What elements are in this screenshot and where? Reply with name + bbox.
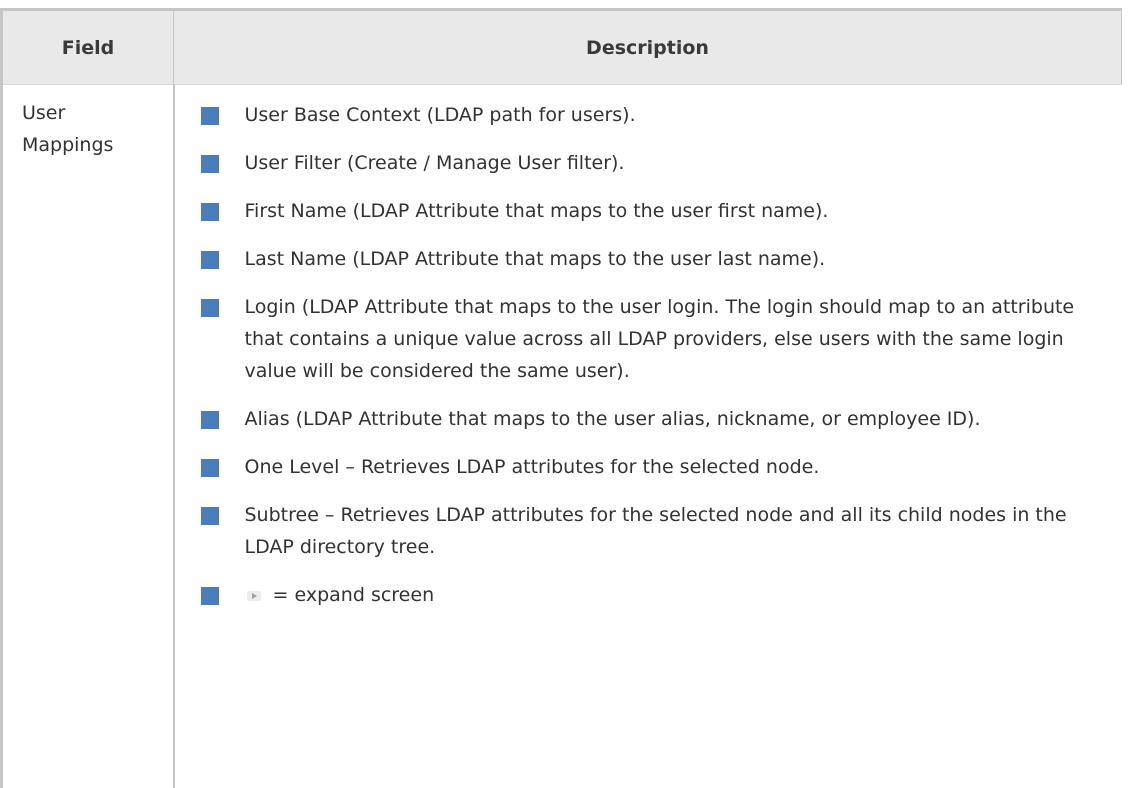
bullet-square-icon bbox=[201, 507, 219, 525]
bullet-square-icon bbox=[201, 411, 219, 429]
list-item: Last Name (LDAP Attribute that maps to t… bbox=[193, 243, 1122, 275]
bullet-square-icon bbox=[201, 107, 219, 125]
field-column-header: Field bbox=[2, 10, 174, 85]
list-item-text: One Level – Retrieves LDAP attributes fo… bbox=[245, 456, 820, 478]
list-item-text: Login (LDAP Attribute that maps to the u… bbox=[245, 296, 1075, 382]
description-bullet-list: User Base Context (LDAP path for users).… bbox=[193, 99, 1122, 611]
description-cell: User Base Context (LDAP path for users).… bbox=[174, 85, 1122, 788]
list-item: Alias (LDAP Attribute that maps to the u… bbox=[193, 403, 1122, 435]
list-item-text: User Filter (Create / Manage User filter… bbox=[245, 152, 625, 174]
bullet-square-icon bbox=[201, 587, 219, 605]
table-row: User Mappings User Base Context (LDAP pa… bbox=[2, 85, 1122, 788]
list-item-text: First Name (LDAP Attribute that maps to … bbox=[245, 200, 829, 222]
list-item: User Filter (Create / Manage User filter… bbox=[193, 147, 1122, 179]
list-item-text: Alias (LDAP Attribute that maps to the u… bbox=[245, 408, 981, 430]
list-item: User Base Context (LDAP path for users). bbox=[193, 99, 1122, 131]
description-column-header: Description bbox=[174, 10, 1122, 85]
bullet-square-icon bbox=[201, 203, 219, 221]
list-item: Login (LDAP Attribute that maps to the u… bbox=[193, 291, 1122, 387]
list-item-text: User Base Context (LDAP path for users). bbox=[245, 104, 636, 126]
expand-screen-text: = expand screen bbox=[267, 584, 435, 606]
table-header-row: Field Description bbox=[2, 10, 1122, 85]
bullet-square-icon bbox=[201, 155, 219, 173]
list-item: First Name (LDAP Attribute that maps to … bbox=[193, 195, 1122, 227]
bullet-square-icon bbox=[201, 459, 219, 477]
field-name-cell: User Mappings bbox=[2, 85, 174, 788]
list-item-text: Last Name (LDAP Attribute that maps to t… bbox=[245, 248, 826, 270]
list-item-text: Subtree – Retrieves LDAP attributes for … bbox=[245, 504, 1067, 558]
list-item-expand-screen: = expand screen bbox=[193, 579, 1122, 611]
list-item: One Level – Retrieves LDAP attributes fo… bbox=[193, 451, 1122, 483]
description-table: Field Description User Mappings User Bas… bbox=[0, 8, 1122, 788]
expand-arrow-icon bbox=[247, 591, 261, 601]
list-item: Subtree – Retrieves LDAP attributes for … bbox=[193, 499, 1122, 563]
bullet-square-icon bbox=[201, 299, 219, 317]
bullet-square-icon bbox=[201, 251, 219, 269]
